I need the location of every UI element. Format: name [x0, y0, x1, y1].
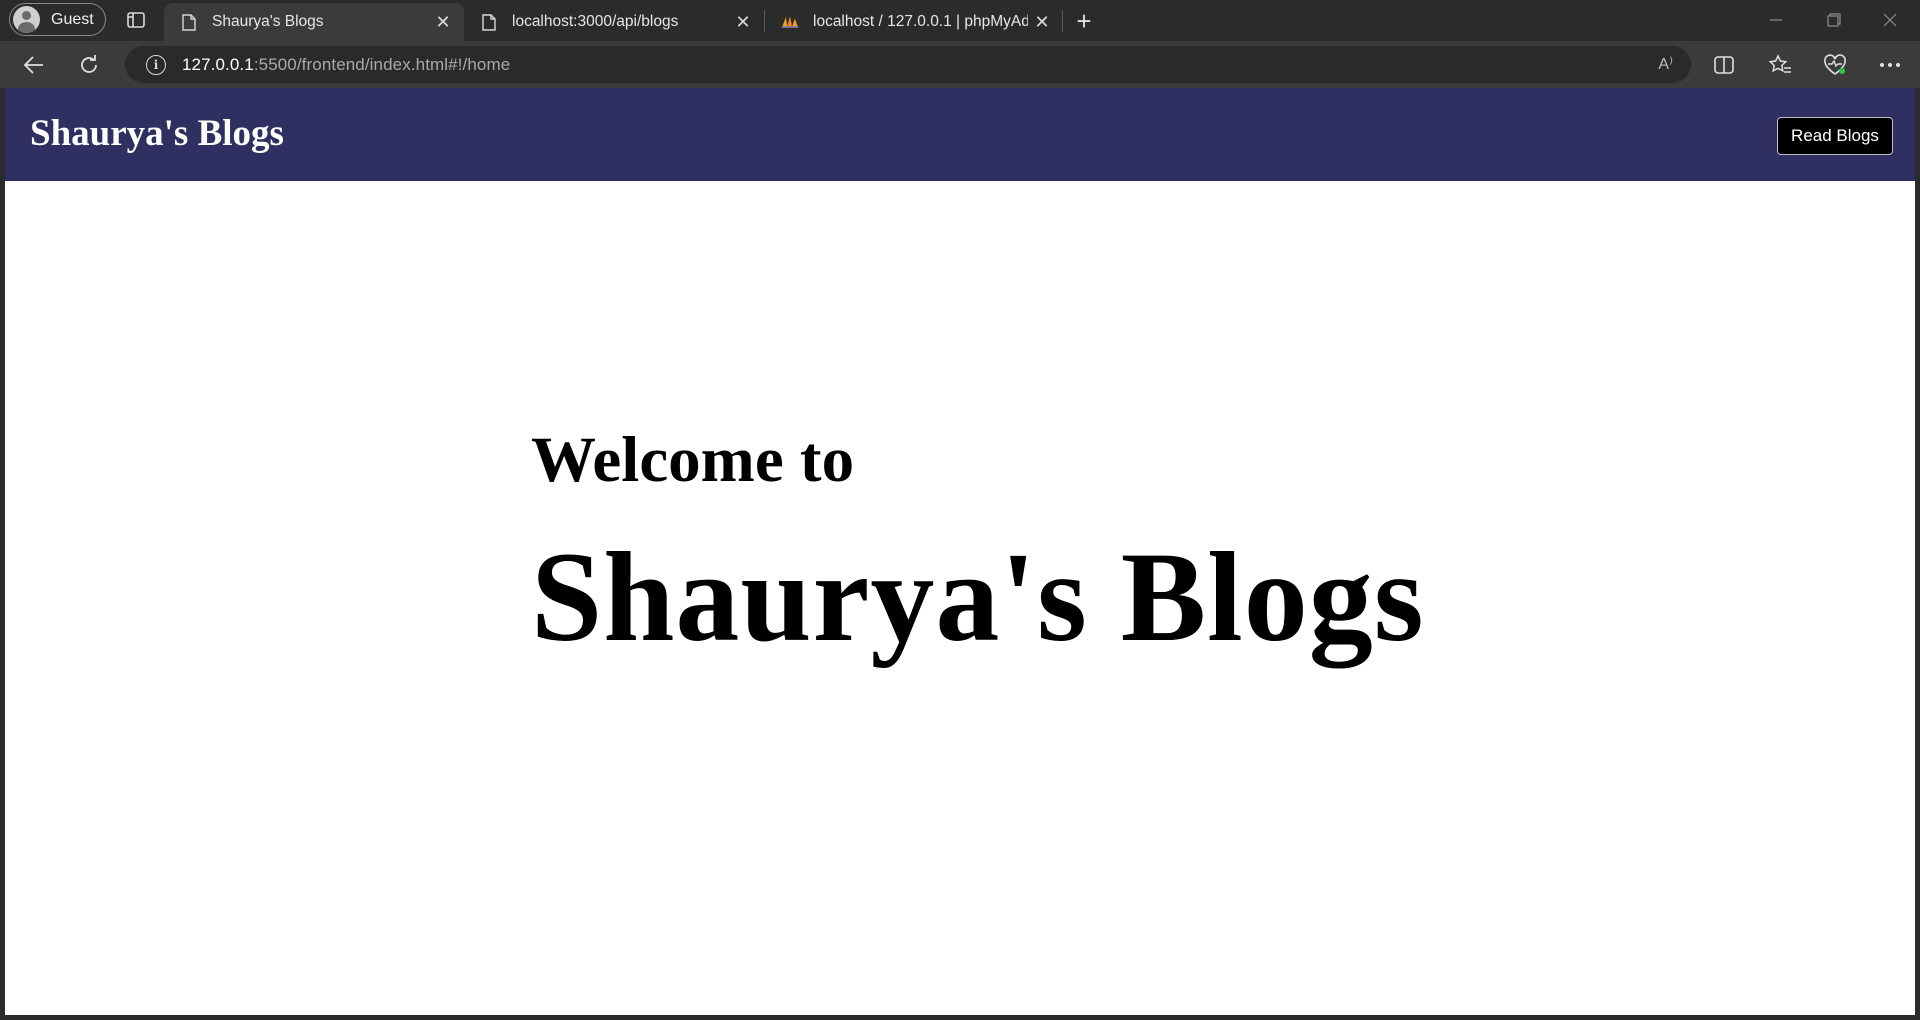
tab-separator — [1062, 10, 1063, 32]
page-icon — [480, 13, 498, 31]
tab-title: localhost:3000/api/blogs — [512, 13, 679, 30]
welcome-heading: Welcome to — [531, 424, 855, 496]
window-bottom-border — [0, 1015, 1920, 1020]
read-aloud-icon[interactable]: A⁾ — [1658, 54, 1673, 74]
url-host: 127.0.0.1 — [182, 54, 254, 74]
profile-label: Guest — [51, 10, 94, 28]
back-arrow-icon[interactable] — [16, 47, 52, 83]
tab-phpmyadmin[interactable]: localhost / 127.0.0.1 | phpMyAdm ✕ — [765, 3, 1063, 41]
close-tab-icon[interactable]: ✕ — [432, 11, 454, 33]
tab-actions-icon[interactable] — [122, 8, 150, 32]
tab-api-blogs[interactable]: localhost:3000/api/blogs ✕ — [464, 3, 764, 41]
guest-avatar-icon — [13, 6, 40, 33]
address-url[interactable]: 127.0.0.1:5500/frontend/index.html#!/hom… — [182, 55, 510, 75]
web-page: Shaurya's Blogs Read Blogs Welcome to Sh… — [5, 88, 1915, 1015]
tab-strip: Guest Shaurya's Blogs ✕ localhost:3000/a… — [0, 0, 1920, 41]
close-window-icon[interactable] — [1862, 0, 1918, 40]
page-icon — [180, 13, 198, 31]
hero-title: Shaurya's Blogs — [531, 526, 1425, 668]
new-tab-icon[interactable]: + — [1070, 6, 1098, 36]
site-navbar: Shaurya's Blogs Read Blogs — [5, 88, 1915, 181]
close-tab-icon[interactable]: ✕ — [1031, 11, 1053, 33]
minimize-icon[interactable] — [1748, 0, 1804, 40]
favorites-icon[interactable] — [1762, 47, 1798, 83]
address-bar[interactable]: i 127.0.0.1:5500/frontend/index.html#!/h… — [125, 46, 1691, 83]
phpmyadmin-icon — [781, 13, 799, 31]
split-screen-icon[interactable] — [1706, 47, 1742, 83]
url-path: :5500/frontend/index.html#!/home — [253, 54, 511, 74]
browser-toolbar: i 127.0.0.1:5500/frontend/index.html#!/h… — [0, 41, 1920, 88]
browser-essentials-icon[interactable] — [1817, 47, 1853, 83]
site-brand[interactable]: Shaurya's Blogs — [30, 112, 284, 155]
restore-icon[interactable] — [1806, 0, 1862, 40]
read-blogs-button[interactable]: Read Blogs — [1777, 117, 1893, 155]
tab-shauryas-blogs[interactable]: Shaurya's Blogs ✕ — [164, 3, 464, 41]
tab-title: Shaurya's Blogs — [212, 13, 324, 30]
close-tab-icon[interactable]: ✕ — [732, 11, 754, 33]
more-menu-icon[interactable] — [1872, 47, 1908, 83]
profile-button[interactable]: Guest — [9, 3, 106, 36]
tab-title: localhost / 127.0.0.1 | phpMyAdm — [813, 13, 1028, 30]
refresh-icon[interactable] — [71, 47, 107, 83]
site-info-icon[interactable]: i — [146, 54, 166, 75]
